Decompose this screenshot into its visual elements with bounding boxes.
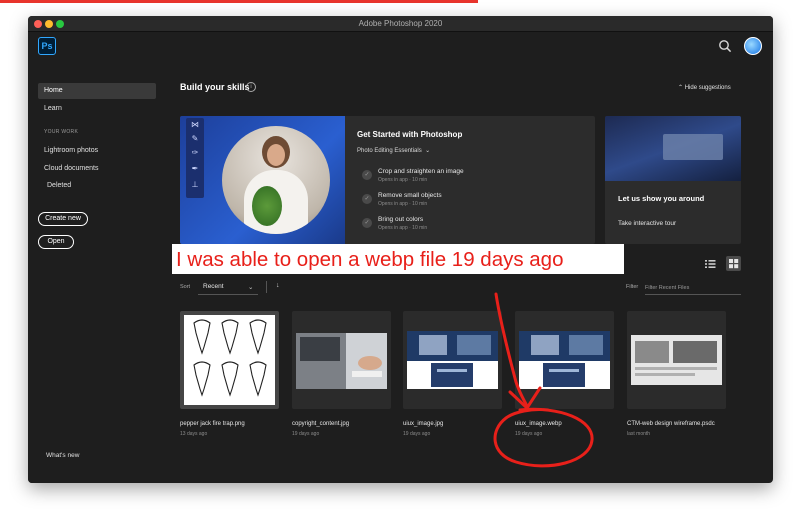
get-started-card[interactable]: ⋈ ✎ ✑ ✒ ⊥ Get Started with Photoshop Pho…	[180, 116, 595, 244]
hide-suggestions-button[interactable]: ⌃ Hide suggestions	[678, 84, 731, 91]
sidebar-item-learn[interactable]: Learn	[44, 105, 62, 112]
open-button[interactable]: Open	[38, 235, 74, 249]
tour-card[interactable]: Let us show you around Take interactive …	[605, 116, 741, 244]
top-red-line	[0, 0, 478, 3]
file-date: 19 days ago	[515, 431, 543, 437]
woman-with-plant-photo	[222, 126, 330, 234]
person-face	[267, 144, 285, 166]
whats-new-link[interactable]: What's new	[46, 452, 79, 459]
file-name: uiux_image.jpg	[403, 421, 444, 427]
file-date: 19 days ago	[292, 431, 320, 437]
filter-recent-files-input[interactable]	[645, 281, 741, 295]
photoshop-logo: Ps	[38, 37, 56, 55]
tutorial-set-dropdown[interactable]: Photo Editing Essentials ⌄	[357, 147, 430, 154]
website-mockup-thumbnail	[519, 331, 610, 389]
file-name: copyright_content.jpg	[292, 421, 350, 427]
hide-suggestions-label: Hide suggestions	[684, 85, 731, 91]
file-date: last month	[627, 431, 651, 437]
file-thumbnail	[180, 311, 279, 409]
chevron-up-icon: ⌃	[678, 85, 684, 91]
tutorial-meta: Opens in app · 10 min	[378, 225, 428, 231]
grid-view-icon	[729, 259, 739, 269]
tutorial-item[interactable]: ✓ Crop and straighten an image Opens in …	[362, 168, 582, 190]
eyedropper-icon: ✎	[191, 134, 199, 143]
sidebar-item-home[interactable]: Home	[38, 83, 156, 99]
file-date: 19 days ago	[403, 431, 431, 437]
create-new-button[interactable]: Create new	[38, 212, 88, 226]
tutorial-title: Bring out colors	[378, 216, 424, 223]
check-icon: ✓	[362, 194, 372, 204]
sort-underline	[198, 294, 258, 295]
filter-label: Filter	[626, 284, 639, 290]
pen-icon: ✒	[191, 164, 199, 173]
check-icon: ✓	[362, 218, 372, 228]
transform-icon: ⋈	[191, 120, 199, 129]
tutorial-meta: Opens in app · 10 min	[378, 177, 428, 183]
info-icon[interactable]: i	[246, 82, 256, 92]
chevron-down-icon: ⌄	[425, 148, 431, 154]
website-mockup-thumbnail	[407, 331, 498, 389]
app-header	[28, 32, 773, 76]
title-bar: Adobe Photoshop 2020	[28, 16, 773, 32]
search-icon[interactable]	[718, 39, 732, 53]
sidebar-section-your-work: YOUR WORK	[44, 129, 79, 135]
tool-strip: ⋈ ✎ ✑ ✒ ⊥	[186, 118, 204, 198]
tutorial-title: Crop and straighten an image	[378, 168, 464, 175]
line-art-thumbnail	[184, 315, 275, 405]
build-skills-heading: Build your skills	[180, 82, 250, 92]
file-thumbnail	[515, 311, 614, 409]
file-date: 13 days ago	[180, 431, 208, 437]
sidebar-item-cloud-documents[interactable]: Cloud documents	[44, 165, 98, 172]
window-title: Adobe Photoshop 2020	[358, 19, 443, 28]
laptop-photo-thumbnail	[296, 333, 387, 389]
tutorial-item[interactable]: ✓ Remove small objects Opens in app · 10…	[362, 192, 582, 214]
tour-title: Let us show you around	[618, 194, 705, 203]
wireframe-thumbnail	[631, 335, 722, 385]
user-avatar[interactable]	[744, 37, 762, 55]
divider	[266, 281, 267, 293]
tutorial-meta: Opens in app · 10 min	[378, 201, 428, 207]
sidebar-item-lightroom-photos[interactable]: Lightroom photos	[44, 147, 98, 154]
file-name: uiux_image.webp	[515, 421, 562, 427]
get-started-image: ⋈ ✎ ✑ ✒ ⊥	[180, 116, 345, 244]
file-name: pepper jack fire trap.png	[180, 421, 245, 427]
grid-view-button[interactable]	[726, 256, 741, 271]
file-thumbnail	[627, 311, 726, 409]
sort-dropdown[interactable]: Recent	[203, 283, 224, 290]
check-icon: ✓	[362, 170, 372, 180]
sidebar: Home Learn YOUR WORK Lightroom photos Cl…	[28, 76, 168, 483]
file-thumbnail	[292, 311, 391, 409]
take-tour-link[interactable]: Take interactive tour	[618, 220, 676, 227]
file-name: CTM-web design wireframe.psdc	[627, 421, 715, 427]
get-started-title: Get Started with Photoshop	[357, 130, 463, 139]
brush-icon: ✑	[191, 148, 199, 157]
plant	[252, 186, 282, 226]
tutorial-item[interactable]: ✓ Bring out colors Opens in app · 10 min	[362, 216, 582, 238]
file-thumbnail	[403, 311, 502, 409]
tour-image	[605, 116, 741, 181]
tour-screen-image	[663, 134, 723, 160]
tutorial-set-label: Photo Editing Essentials	[357, 148, 422, 154]
sort-direction-arrow-icon[interactable]: ↓	[276, 282, 280, 289]
annotation-text: I was able to open a webp file 19 days a…	[176, 248, 564, 271]
sidebar-item-deleted[interactable]: Deleted	[47, 182, 71, 189]
sort-label: Sort	[180, 284, 191, 290]
stamp-icon: ⊥	[191, 180, 199, 189]
chevron-down-icon[interactable]: ⌄	[248, 283, 253, 291]
list-view-icon[interactable]	[704, 258, 716, 270]
tutorial-title: Remove small objects	[378, 192, 442, 199]
